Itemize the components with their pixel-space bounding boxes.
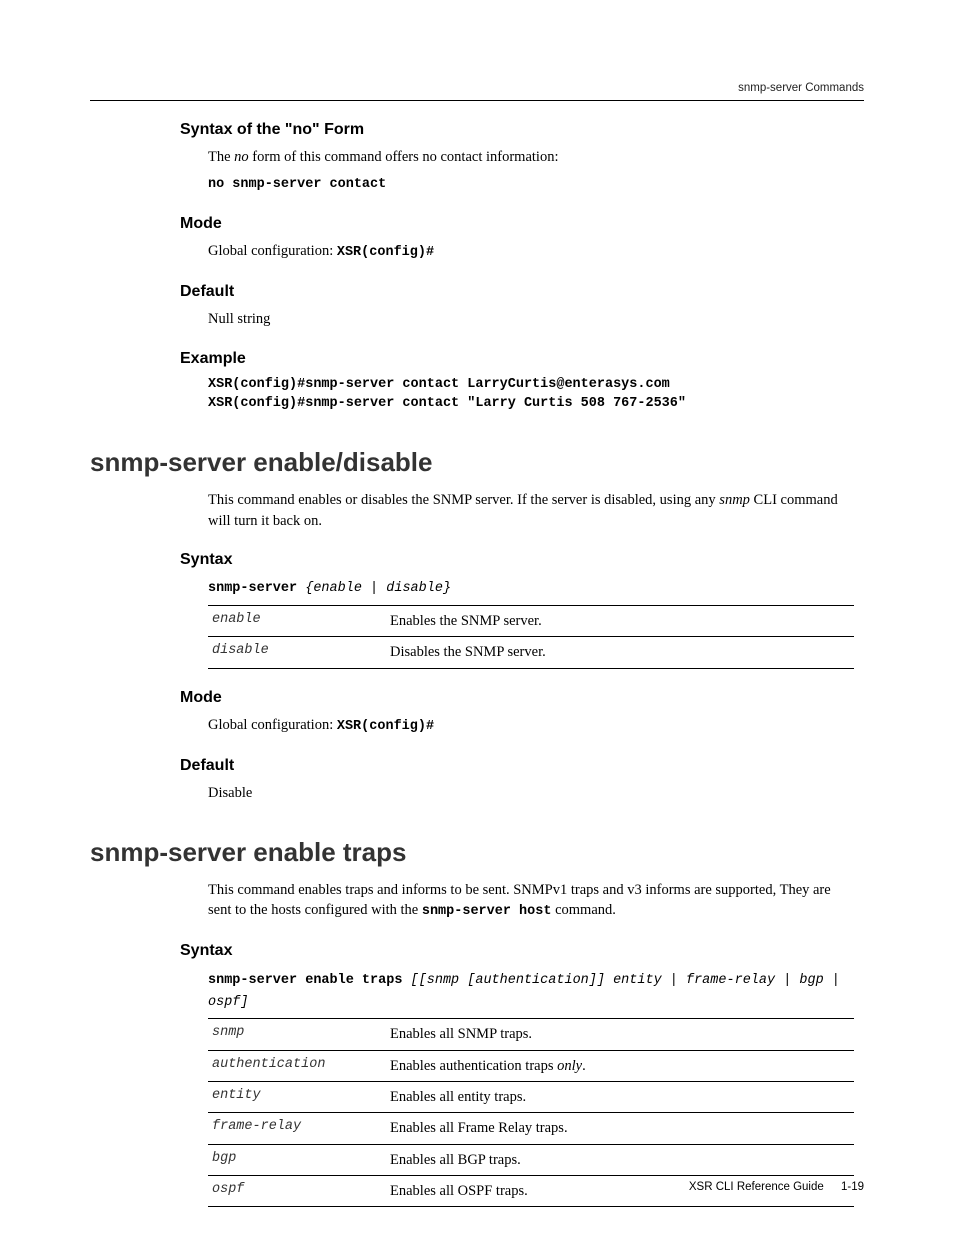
topic2-desc: This command enables traps and informs t… <box>208 880 854 922</box>
mode-code: XSR(config)# <box>337 245 434 260</box>
example-line1: XSR(config)#snmp-server contact LarryCur… <box>208 376 854 395</box>
table-row: authentication Enables authentication tr… <box>208 1050 854 1081</box>
param-desc: Enables all Frame Relay traps. <box>386 1113 854 1144</box>
param-key: ospf <box>208 1175 386 1206</box>
heading-default: Default <box>180 755 864 777</box>
footer-page: 1-19 <box>841 1181 864 1193</box>
param-key: enable <box>208 606 386 637</box>
table-row: enable Enables the SNMP server. <box>208 606 854 637</box>
default-text: Disable <box>208 783 854 803</box>
table-row: entity Enables all entity traps. <box>208 1081 854 1112</box>
inline-code: snmp-server host <box>422 904 552 919</box>
heading-no-form: Syntax of the "no" Form <box>180 119 864 141</box>
param-key: bgp <box>208 1144 386 1175</box>
heading-mode: Mode <box>180 687 864 709</box>
heading-default: Default <box>180 281 864 303</box>
text: The <box>208 149 234 165</box>
table-row: snmp Enables all SNMP traps. <box>208 1019 854 1050</box>
example-line2: XSR(config)#snmp-server contact "Larry C… <box>208 395 854 414</box>
syntax1-cmd: snmp-server {enable | disable} <box>208 577 854 599</box>
mode-text: Global configuration: XSR(config)# <box>208 715 854 737</box>
text: . <box>582 1058 586 1074</box>
page-footer: XSR CLI Reference Guide 1-19 <box>689 1179 864 1195</box>
table-row: bgp Enables all BGP traps. <box>208 1144 854 1175</box>
default-text: Null string <box>208 309 854 329</box>
text-ital: only <box>557 1058 582 1074</box>
heading-example: Example <box>180 348 864 370</box>
table-row: frame-relay Enables all Frame Relay trap… <box>208 1113 854 1144</box>
param-desc: Enables all SNMP traps. <box>386 1019 854 1050</box>
mode-text: Global configuration: XSR(config)# <box>208 241 854 263</box>
running-head: snmp-server Commands <box>90 80 864 101</box>
cmd-bold: snmp-server enable traps <box>208 973 402 988</box>
heading-syntax: Syntax <box>180 549 864 571</box>
topic-enable-disable: snmp-server enable/disable <box>90 444 864 480</box>
page: snmp-server Commands Syntax of the "no" … <box>0 0 954 1235</box>
syntax1-table: enable Enables the SNMP server. disable … <box>208 605 854 669</box>
topic-enable-traps: snmp-server enable traps <box>90 834 864 870</box>
param-key: frame-relay <box>208 1113 386 1144</box>
text: This command enables or disables the SNM… <box>208 492 719 508</box>
param-desc: Enables the SNMP server. <box>386 606 854 637</box>
no-form-desc: The no form of this command offers no co… <box>208 147 854 167</box>
param-desc: Enables all entity traps. <box>386 1081 854 1112</box>
syntax2-cmd: snmp-server enable traps [[snmp [authent… <box>208 969 854 1013</box>
text: Enables authentication traps <box>390 1058 557 1074</box>
text: Global configuration: <box>208 717 337 733</box>
cmd-args: {enable | disable} <box>297 581 451 596</box>
param-desc: Enables all BGP traps. <box>386 1144 854 1175</box>
table-row: disable Disables the SNMP server. <box>208 637 854 668</box>
footer-book: XSR CLI Reference Guide <box>689 1181 824 1193</box>
text-ital: snmp <box>719 492 750 508</box>
text-ital: no <box>234 149 249 165</box>
param-desc: Disables the SNMP server. <box>386 637 854 668</box>
param-key: snmp <box>208 1019 386 1050</box>
no-form-code: no snmp-server contact <box>208 176 854 195</box>
text: form of this command offers no contact i… <box>249 149 559 165</box>
heading-mode: Mode <box>180 213 864 235</box>
param-key: entity <box>208 1081 386 1112</box>
heading-syntax: Syntax <box>180 940 864 962</box>
text: Global configuration: <box>208 243 337 259</box>
topic1-desc: This command enables or disables the SNM… <box>208 490 854 531</box>
cmd-bold: snmp-server <box>208 581 297 596</box>
param-key: authentication <box>208 1050 386 1081</box>
param-key: disable <box>208 637 386 668</box>
mode-code: XSR(config)# <box>337 719 434 734</box>
param-desc: Enables authentication traps only. <box>386 1050 854 1081</box>
text: command. <box>551 902 615 918</box>
